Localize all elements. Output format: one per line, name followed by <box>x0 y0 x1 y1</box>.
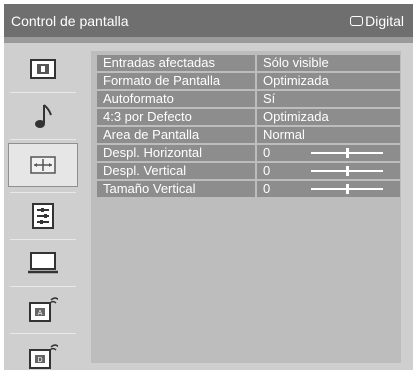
settings-row-tamano-vertical[interactable]: Tamaño Vertical 0 <box>97 181 400 197</box>
menu-title: Control de pantalla <box>11 13 129 29</box>
settings-row-despl-horizontal[interactable]: Despl. Horizontal 0 <box>97 145 400 161</box>
setting-value: Normal <box>263 127 305 142</box>
monitor-icon <box>28 252 58 274</box>
setting-label: Autoformato <box>103 91 174 106</box>
slider-thumb[interactable] <box>345 148 349 158</box>
row-divider <box>255 55 257 71</box>
sidebar-item-settings[interactable] <box>8 194 78 238</box>
sidebar-item-monitor[interactable] <box>8 241 78 285</box>
tv-menu-screen: Control de pantalla Digital A D Entradas… <box>4 4 413 370</box>
digital-label: Digital <box>365 13 404 29</box>
row-divider <box>255 109 257 125</box>
slider-track[interactable] <box>311 184 383 194</box>
settings-row-43-defecto[interactable]: 4:3 por Defecto Optimizada <box>97 109 400 125</box>
row-divider <box>255 163 257 179</box>
slider-track[interactable] <box>311 166 383 176</box>
sidebar-divider <box>10 239 76 240</box>
music-note-icon <box>35 104 52 128</box>
setting-label: Area de Pantalla <box>103 127 200 142</box>
setting-label: Tamaño Vertical <box>103 181 196 196</box>
sidebar: A D <box>8 43 78 370</box>
setting-label: Despl. Horizontal <box>103 145 202 160</box>
sidebar-item-picture[interactable] <box>8 47 78 91</box>
sidebar-item-digital-setup[interactable]: D <box>8 335 78 379</box>
slider-track[interactable] <box>311 148 383 158</box>
sidebar-item-screen-control[interactable] <box>8 143 78 187</box>
screen-control-icon <box>30 156 56 174</box>
settings-panel: Entradas afectadas Sólo visible Formato … <box>91 51 401 363</box>
setting-value: Sólo visible <box>263 55 329 70</box>
sidebar-divider <box>10 192 76 193</box>
sidebar-divider <box>10 139 76 140</box>
sidebar-divider <box>10 92 76 93</box>
sidebar-item-analog-setup[interactable]: A <box>8 288 78 332</box>
setting-label: Entradas afectadas <box>103 55 216 70</box>
sidebar-item-sound[interactable] <box>8 94 78 138</box>
picture-icon <box>30 59 56 79</box>
row-divider <box>255 91 257 107</box>
menu-header: Control de pantalla Digital <box>4 4 413 37</box>
setting-value: 0 <box>263 145 271 160</box>
digital-box-icon <box>350 16 364 26</box>
svg-text:D: D <box>37 357 42 364</box>
slider-thumb[interactable] <box>345 166 349 176</box>
settings-row-area[interactable]: Area de Pantalla Normal <box>97 127 400 143</box>
sidebar-divider <box>10 286 76 287</box>
setting-value: 0 <box>263 181 271 196</box>
setting-value: 0 <box>263 163 271 178</box>
slider-thumb[interactable] <box>345 184 349 194</box>
row-divider <box>255 127 257 143</box>
setting-value: Optimizada <box>263 109 329 124</box>
digital-setup-icon: D <box>29 344 58 369</box>
svg-text:A: A <box>38 310 43 317</box>
row-divider <box>255 73 257 89</box>
setting-value: Optimizada <box>263 73 329 88</box>
settings-row-despl-vertical[interactable]: Despl. Vertical 0 <box>97 163 400 179</box>
setting-value: Sí <box>263 91 276 106</box>
settings-row-autoformato[interactable]: Autoformato Sí <box>97 91 400 107</box>
settings-row-formato[interactable]: Formato de Pantalla Optimizada <box>97 73 400 89</box>
settings-row-entradas[interactable]: Entradas afectadas Sólo visible <box>97 55 400 71</box>
digital-indicator: Digital <box>350 13 404 29</box>
setting-label: Formato de Pantalla <box>103 73 221 88</box>
analog-setup-icon: A <box>29 297 58 322</box>
row-divider <box>255 181 257 197</box>
setting-label: 4:3 por Defecto <box>103 109 192 124</box>
sidebar-divider <box>10 333 76 334</box>
row-divider <box>255 145 257 161</box>
settings-list-icon <box>32 203 54 229</box>
setting-label: Despl. Vertical <box>103 163 187 178</box>
